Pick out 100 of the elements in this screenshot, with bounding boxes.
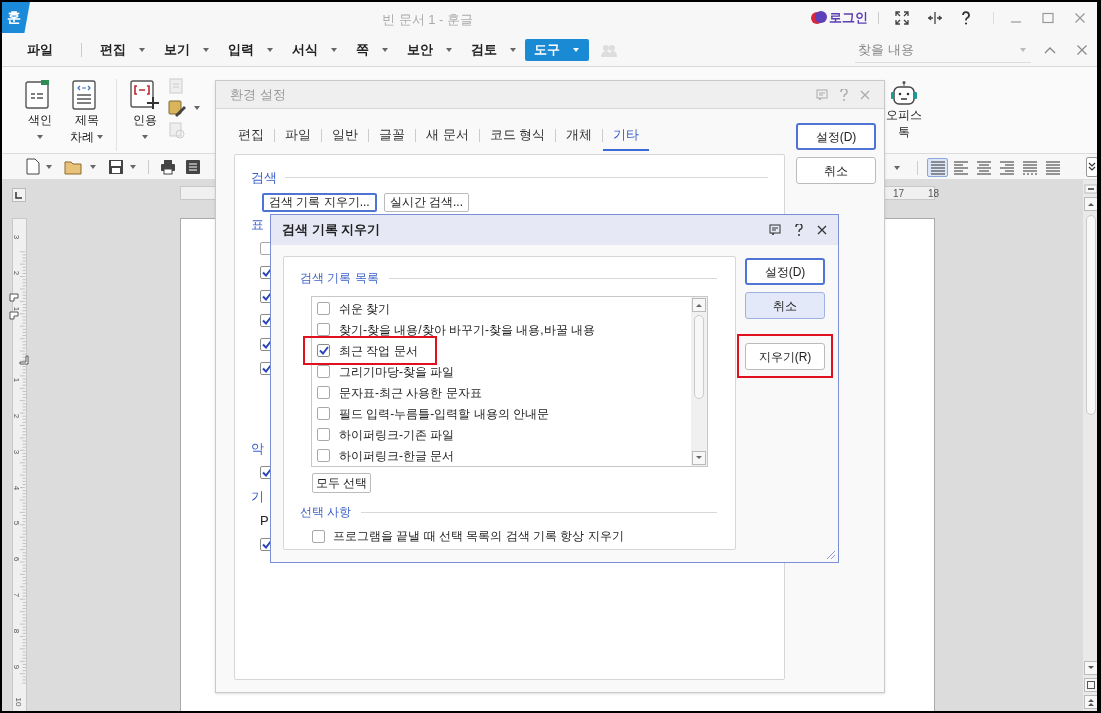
ruler-number: 5: [12, 521, 21, 526]
menu-item[interactable]: 입력: [228, 38, 274, 61]
tab[interactable]: 기타: [603, 120, 650, 151]
print-icon[interactable]: [160, 158, 176, 175]
button[interactable]: 설정(D): [796, 123, 876, 150]
menu-item[interactable]: 편집: [100, 38, 146, 61]
more-button[interactable]: [1086, 157, 1097, 177]
tab[interactable]: 편집: [228, 120, 274, 151]
fullscreen-icon[interactable]: [895, 10, 909, 25]
button[interactable]: 검색 기록 지우기...: [262, 192, 377, 212]
ribbon-button[interactable]: 색인: [24, 79, 56, 140]
tab[interactable]: 개체: [556, 120, 603, 151]
button[interactable]: 설정(D): [745, 258, 825, 285]
window-title: 빈 문서 1 - 훈글: [382, 11, 473, 29]
checkbox[interactable]: [317, 449, 330, 462]
ruler-number: 2: [12, 270, 21, 275]
button[interactable]: 취소: [745, 292, 825, 319]
page-icon[interactable]: [1084, 678, 1097, 692]
checkbox[interactable]: [317, 428, 330, 441]
menu-item[interactable]: 도구: [525, 38, 589, 61]
login-link[interactable]: 로그인: [829, 7, 868, 28]
close-icon[interactable]: [817, 225, 827, 235]
checkbox[interactable]: [317, 407, 330, 420]
option-label: 프로그램을 끝낼 때 선택 목록의 검색 기록 항상 지우기: [333, 528, 624, 545]
dialog-title: 환경 설정: [230, 85, 286, 104]
button[interactable]: 지우기(R): [745, 343, 825, 370]
ruler-number: 2: [12, 413, 21, 419]
justify-align-icon[interactable]: [927, 158, 948, 177]
caret-icon: [266, 46, 274, 53]
maximize-icon[interactable]: [1042, 11, 1054, 24]
menu-item[interactable]: 쪽: [356, 38, 389, 61]
margin-marker-icon[interactable]: [19, 355, 29, 365]
list-scrollbar[interactable]: [691, 297, 707, 466]
folder-icon[interactable]: [64, 158, 84, 175]
ruler-number: 18: [928, 187, 940, 201]
ruler-number: 8: [12, 628, 21, 633]
comment-icon[interactable]: [769, 224, 781, 236]
scroll-up-icon[interactable]: [692, 298, 706, 312]
section-heading: 검색 기록 목록: [300, 270, 379, 287]
scroll-up-icon[interactable]: [1084, 197, 1097, 211]
tab[interactable]: 글꼴: [369, 120, 415, 151]
preview-icon[interactable]: [185, 158, 201, 175]
indent-marker-icon[interactable]: [8, 292, 20, 322]
account-icon: [811, 10, 827, 25]
caret-icon: [1019, 47, 1027, 53]
help-icon[interactable]: [795, 224, 803, 236]
menu-item[interactable]: 서식: [292, 38, 338, 61]
scroll-down-icon[interactable]: [692, 451, 706, 465]
section-heading: 선택 사항: [300, 504, 352, 521]
checkbox[interactable]: [317, 386, 330, 399]
save-icon[interactable]: [108, 158, 124, 175]
help-icon[interactable]: [961, 10, 971, 25]
tab[interactable]: 새 문서: [416, 120, 479, 151]
caret-icon: [445, 46, 453, 53]
section-heading: 검색: [251, 169, 277, 187]
button[interactable]: 실시간 검색...: [383, 192, 469, 212]
app-logo: 훈: [2, 2, 30, 33]
edit-note-icon[interactable]: [167, 99, 187, 117]
resize-grip-icon[interactable]: [824, 548, 836, 560]
section-heading: 기: [251, 487, 264, 506]
tab[interactable]: 일반: [322, 120, 368, 151]
new-document-icon[interactable]: [26, 158, 40, 175]
tab[interactable]: 파일: [275, 120, 321, 151]
checkbox[interactable]: [317, 323, 330, 336]
ribbon-button[interactable]: 제목 차례: [70, 79, 104, 145]
checkbox[interactable]: [317, 302, 330, 315]
caret-icon: [129, 163, 137, 170]
ribbon-button[interactable]: 인용: [116, 79, 161, 151]
caret-icon: [141, 134, 149, 140]
dialog-title: 검색 기록 지우기: [282, 221, 381, 240]
menu-item[interactable]: 보기: [164, 38, 210, 61]
ruler-number: 1: [12, 377, 21, 383]
checkbox[interactable]: [317, 365, 330, 378]
previous-icon[interactable]: [1044, 46, 1056, 54]
scroll-thumb[interactable]: [694, 315, 704, 399]
scroll-thumb[interactable]: [1086, 215, 1096, 415]
previous-page-icon[interactable]: [1084, 695, 1097, 709]
checkbox[interactable]: [317, 344, 330, 357]
menu-item[interactable]: 검토: [471, 38, 517, 61]
caret-icon: [572, 46, 580, 53]
robot-icon: [890, 81, 918, 107]
tab-stop-icon[interactable]: [12, 188, 26, 202]
find-field[interactable]: 찾을 내용: [855, 37, 1031, 63]
ruler-number: 10: [14, 697, 23, 707]
ruler-number: 1: [12, 306, 21, 311]
tab[interactable]: 코드 형식: [479, 120, 556, 151]
scroll-down-icon[interactable]: [1084, 661, 1097, 675]
menu-item[interactable]: 파일: [27, 38, 53, 61]
vertical-scrollbar[interactable]: [1083, 180, 1097, 711]
caret-icon: [138, 46, 146, 53]
caret-icon: [36, 134, 44, 140]
button[interactable]: 모두 선택: [312, 473, 371, 493]
caret-icon: [193, 105, 201, 111]
checkbox[interactable]: [312, 529, 325, 543]
section-heading: 표: [251, 215, 264, 234]
menu-item[interactable]: 보안: [407, 38, 453, 61]
button[interactable]: 취소: [796, 157, 876, 184]
ruler-number: 6: [12, 556, 21, 562]
ruler-number: 9: [12, 664, 21, 669]
office-talk-button[interactable]: 오피스 톡: [886, 81, 922, 141]
